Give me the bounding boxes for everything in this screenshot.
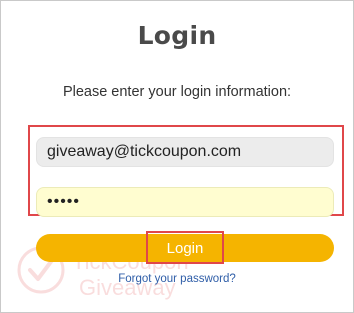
forgot-password-link[interactable]: Forgot your password?: [1, 273, 353, 285]
login-instructions: Please enter your login information:: [62, 84, 292, 100]
password-field[interactable]: [36, 187, 334, 217]
page-title: Login: [137, 21, 217, 50]
email-field[interactable]: [36, 137, 334, 167]
login-panel: Login Please enter your login informatio…: [0, 0, 354, 313]
login-button[interactable]: Login: [36, 234, 334, 262]
